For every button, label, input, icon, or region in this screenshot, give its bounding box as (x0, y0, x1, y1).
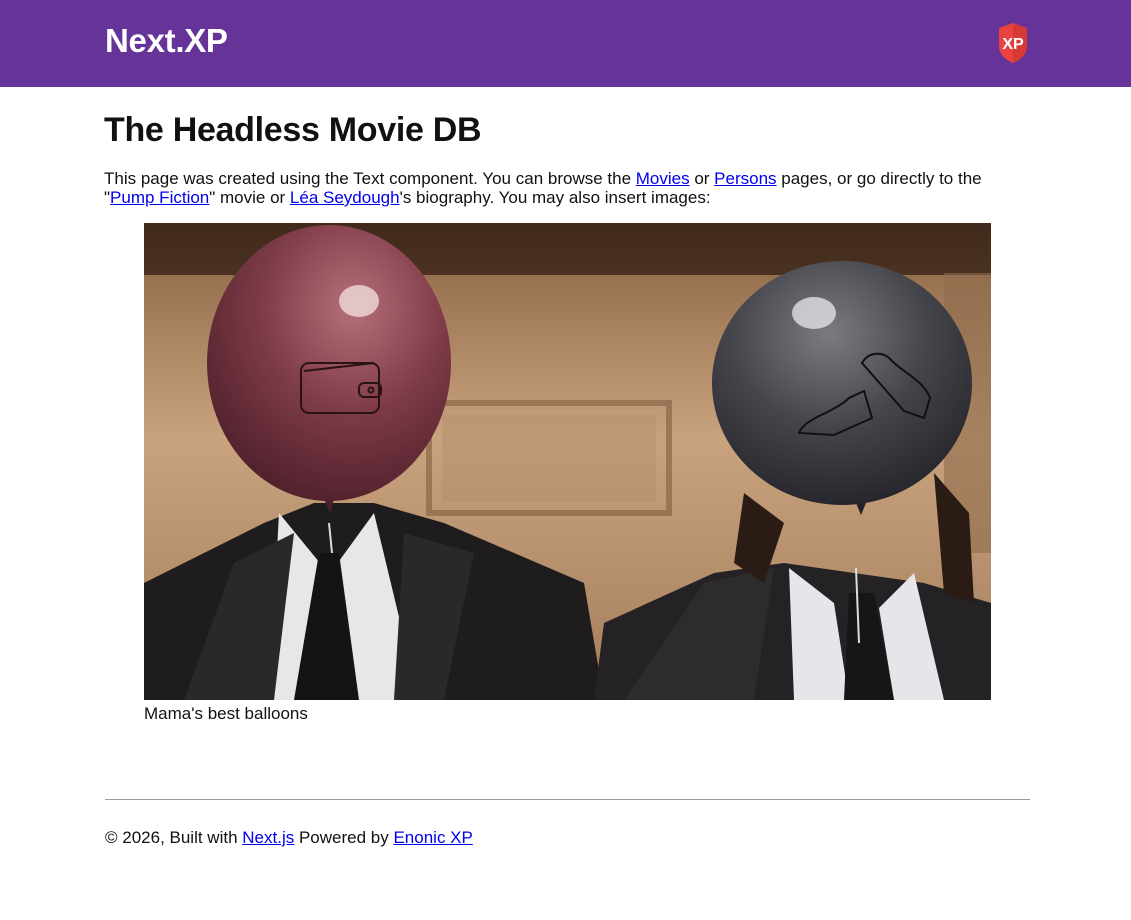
page-title: The Headless Movie DB (104, 111, 482, 149)
intro-text-1: This page was created using the Text com… (104, 169, 636, 188)
image-caption: Mama's best balloons (144, 704, 308, 723)
footer-copyright: © 2026, Built with (105, 828, 243, 847)
logo-text: XP (1002, 36, 1024, 53)
pump-fiction-link[interactable]: Pump Fiction (110, 188, 209, 207)
intro-text-4: " movie or (209, 188, 290, 207)
intro-text-5: 's biography. You may also insert images… (399, 188, 711, 207)
intro-paragraph: This page was created using the Text com… (104, 169, 1031, 207)
persons-link[interactable]: Persons (714, 169, 776, 188)
lea-seydough-link[interactable]: Léa Seydough (290, 188, 400, 207)
image-figure: Mama's best balloons (144, 223, 991, 724)
site-footer: © 2026, Built with Next.js Powered by En… (105, 828, 473, 848)
movies-link[interactable]: Movies (636, 169, 690, 188)
brand-link[interactable]: Next.XP (105, 22, 228, 60)
nextjs-link[interactable]: Next.js (242, 828, 294, 847)
enonic-xp-logo-icon[interactable]: XP (997, 22, 1029, 64)
footer-divider (105, 799, 1030, 800)
enonic-xp-link[interactable]: Enonic XP (393, 828, 472, 847)
balloon-heads-photo (144, 223, 991, 700)
intro-text-2: or (689, 169, 715, 188)
footer-powered-by: Powered by (294, 828, 394, 847)
site-header: Next.XP XP (0, 0, 1131, 87)
